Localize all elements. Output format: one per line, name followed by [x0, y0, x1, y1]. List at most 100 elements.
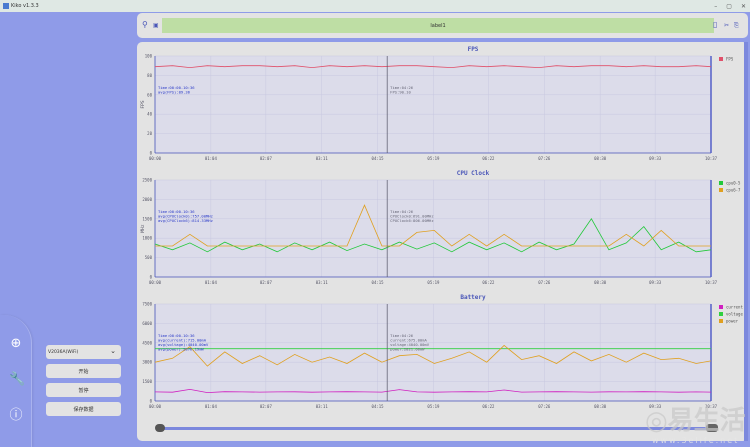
chart-cpu-clock[interactable]: CPU Clock 0 500 1000 1500 2000 2500 00:00 01:04 0… [137, 168, 748, 293]
add-circle-icon[interactable]: ⊕ [9, 337, 23, 351]
title-bar: Kiko v1.3.3 – ▢ ✕ [0, 0, 750, 12]
export-icon[interactable]: ⎘ [734, 22, 739, 30]
summary-text: avg(FPS):89.36 [158, 90, 191, 95]
nav-panel: ⊕ 🔧 ⓘ [0, 315, 32, 447]
cursor-text: FPS:90.10 [390, 90, 411, 95]
x-tick-label: 10:37 [705, 280, 718, 285]
y-tick-label: 0 [150, 275, 153, 280]
y-tick-label: 4500 [142, 340, 152, 345]
x-tick-label: 04:15 [372, 280, 385, 285]
chevron-down-icon: ⌄ [110, 347, 116, 355]
device-select-value: V2036A(WiFi) [48, 349, 79, 355]
x-tick-label: 06:22 [482, 156, 495, 161]
save-icon[interactable]: ▯ [713, 21, 717, 29]
legend-swatch [719, 319, 723, 323]
x-tick-label: 07:26 [538, 156, 551, 161]
x-tick-label: 02:07 [260, 280, 273, 285]
legend-swatch [719, 188, 723, 192]
save-data-button[interactable]: 保存数据 [46, 402, 121, 416]
legend-swatch [719, 181, 723, 185]
info-icon[interactable]: ⓘ [9, 409, 23, 423]
plot-area [155, 304, 711, 401]
x-tick-label: 03:11 [316, 156, 329, 161]
legend-swatch [719, 57, 723, 61]
x-tick-label: 00:00 [149, 280, 162, 285]
x-tick-label: 09:33 [649, 156, 662, 161]
x-tick-label: 06:22 [482, 404, 495, 409]
y-tick-label: 0 [150, 399, 153, 404]
cursor-text: CPUClock6:806.00MHz [390, 218, 433, 223]
cursor-text: power:2821.00mW [390, 347, 425, 352]
y-tick-label: 1500 [142, 379, 152, 384]
y-tick-label: 1000 [142, 236, 152, 241]
x-tick-label: 01:04 [205, 156, 218, 161]
chart-battery[interactable]: Battery 0 1500 3000 4500 6000 7500 00:00 01:04 02… [137, 292, 748, 417]
x-tick-label: 00:00 [149, 156, 162, 161]
vertical-scrollbar[interactable] [744, 42, 748, 441]
plot-area [155, 180, 711, 277]
legend-swatch [719, 312, 723, 316]
y-tick-label: 100 [145, 54, 153, 59]
start-button[interactable]: 开始 [46, 364, 121, 378]
legend-label: current [726, 305, 743, 310]
y-tick-label: 2000 [142, 197, 152, 202]
time-range-slider[interactable] [157, 427, 717, 430]
x-tick-label: 04:15 [372, 404, 385, 409]
maximize-button[interactable]: ▢ [726, 3, 732, 10]
legend-label: cpu0-5 [726, 181, 741, 186]
y-tick-label: 80 [147, 73, 152, 78]
y-tick-label: 2500 [142, 178, 152, 183]
cut-icon[interactable]: ✂ [724, 22, 729, 30]
x-tick-label: 08:30 [594, 156, 607, 161]
y-tick-label: 3000 [142, 360, 152, 365]
close-button[interactable]: ✕ [741, 3, 746, 10]
window-title: Kiko v1.3.3 [11, 3, 39, 9]
x-tick-label: 09:33 [649, 280, 662, 285]
x-tick-label: 07:26 [538, 404, 551, 409]
status-label: label1 [162, 18, 714, 33]
legend-label: FPS [726, 57, 734, 62]
legend-label: power [726, 319, 739, 324]
x-tick-label: 00:00 [149, 404, 162, 409]
x-tick-label: 10:37 [705, 156, 718, 161]
x-tick-label: 01:04 [205, 404, 218, 409]
legend-label: voltage [726, 312, 743, 317]
wrench-icon[interactable]: 🔧 [9, 373, 25, 387]
status-label-text: label1 [430, 22, 446, 29]
chart-title: CPU Clock [457, 170, 490, 177]
y-tick-label: 6000 [142, 321, 152, 326]
summary-text: avg(CPUClock6):814.33MHz [158, 218, 213, 223]
summary-text: avg(power):2876.19mW [158, 347, 204, 352]
y-tick-label: 40 [147, 112, 152, 117]
watermark-logo: ◎易生活 [645, 406, 746, 436]
chart-title: FPS [468, 46, 479, 53]
y-tick-label: 1500 [142, 216, 152, 221]
top-toolbar: ⚲ ▣ label1 ▯ ✂ ⎘ [137, 13, 748, 38]
y-tick-label: 20 [147, 131, 152, 136]
y-tick-label: 7500 [142, 302, 152, 307]
minimize-button[interactable]: – [714, 3, 717, 10]
x-tick-label: 01:04 [205, 280, 218, 285]
legend-swatch [719, 305, 723, 309]
range-start-handle[interactable] [155, 424, 165, 432]
x-tick-label: 02:07 [260, 156, 273, 161]
chart-fps[interactable]: FPS 0 20 40 60 80 100 00:00 01:04 02:07 03:11 04:15… [137, 44, 748, 169]
screen-icon[interactable]: ▣ [153, 22, 159, 30]
legend-label: cpu6-7 [726, 188, 741, 193]
x-tick-label: 05:19 [427, 404, 440, 409]
pause-button[interactable]: 暂停 [46, 383, 121, 397]
user-icon[interactable]: ⚲ [142, 21, 148, 29]
x-tick-label: 02:07 [260, 404, 273, 409]
plot-area [155, 56, 711, 153]
x-tick-label: 06:22 [482, 280, 495, 285]
y-tick-label: 60 [147, 92, 152, 97]
device-select[interactable]: V2036A(WiFi) ⌄ [46, 345, 121, 359]
chart-title: Battery [460, 294, 486, 301]
x-tick-label: 07:26 [538, 280, 551, 285]
app-icon [3, 3, 9, 9]
x-tick-label: 05:19 [427, 280, 440, 285]
y-tick-label: 0 [150, 151, 153, 156]
x-tick-label: 08:30 [594, 404, 607, 409]
y-axis-label: MHz [140, 224, 146, 232]
watermark-url: www.3elife.net [652, 436, 740, 445]
